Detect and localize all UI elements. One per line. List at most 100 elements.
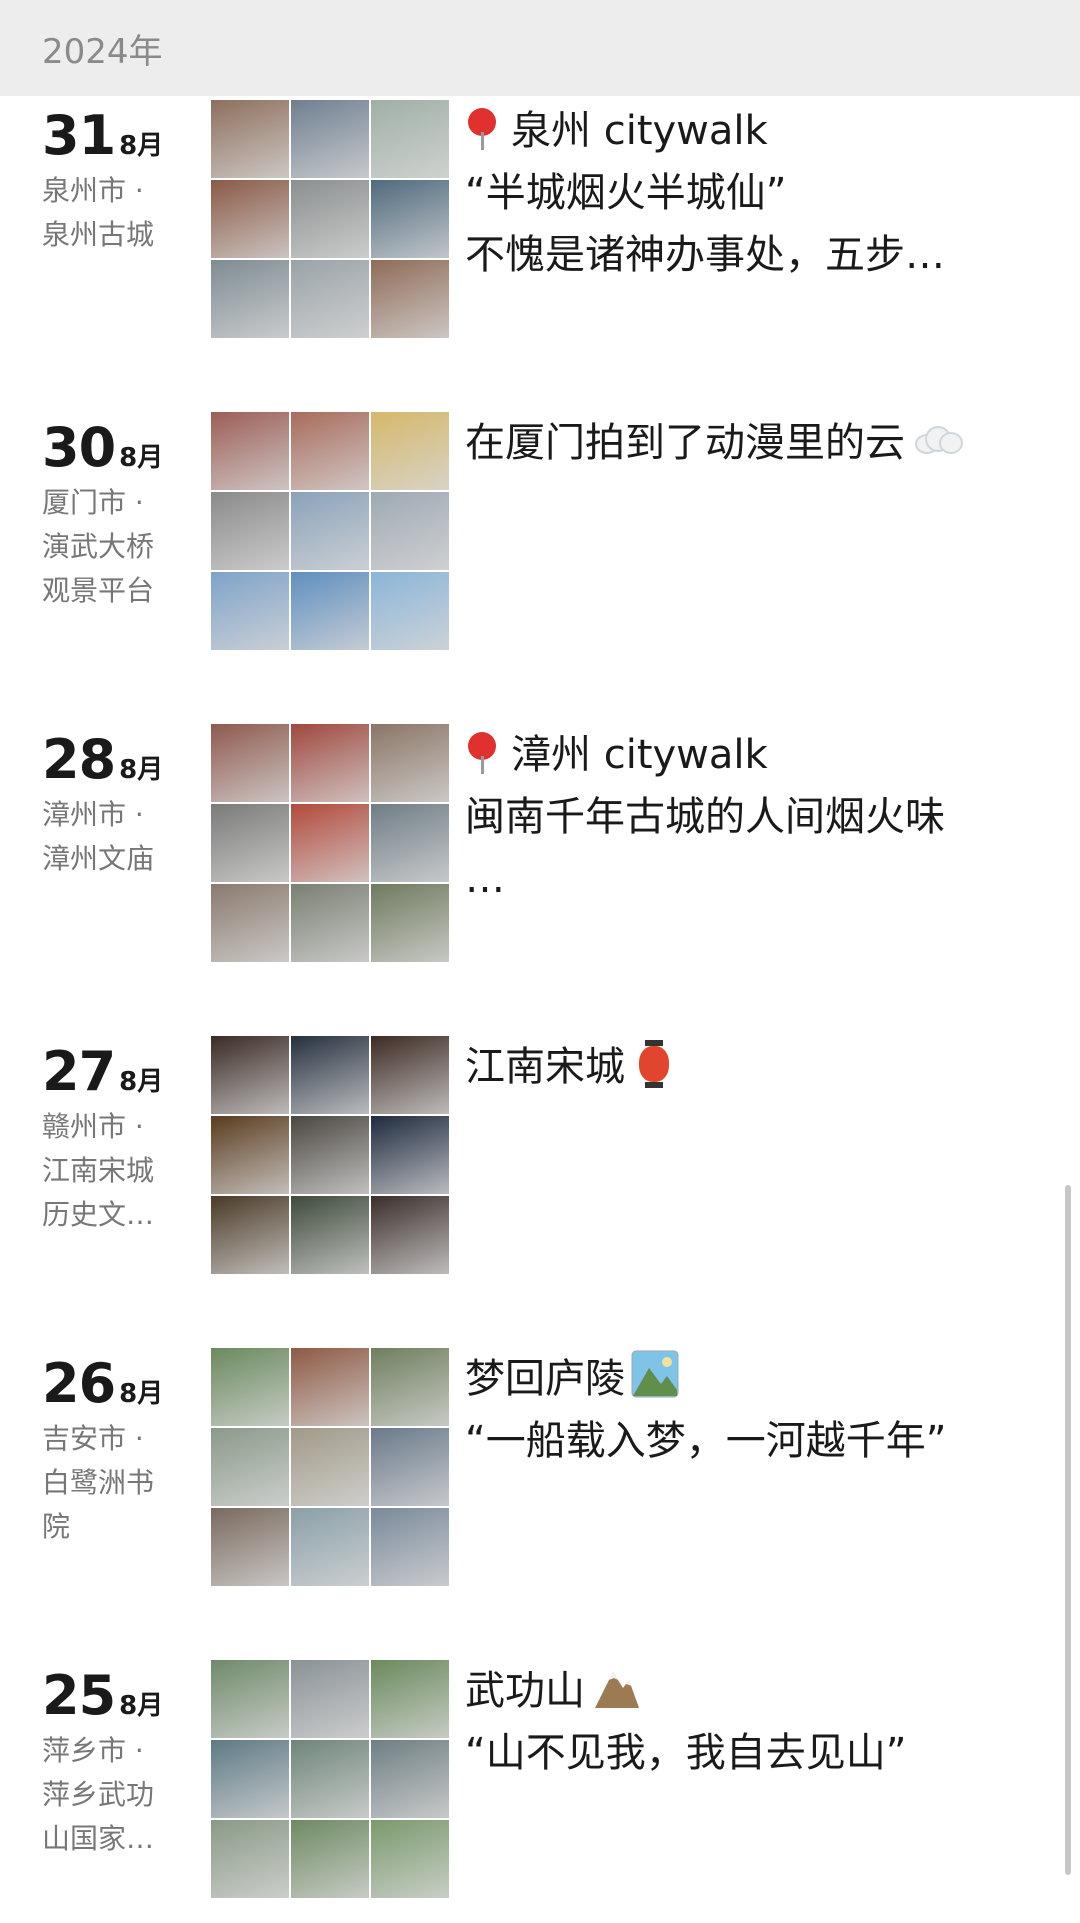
photo-thumbnail[interactable] — [371, 1348, 449, 1426]
photo-thumbnail[interactable] — [291, 572, 369, 650]
year-header: 2024年 — [0, 0, 1080, 96]
post-text[interactable]: 在厦门拍到了动漫里的云 — [465, 412, 1025, 474]
post-text[interactable]: 漳州 citywalk 闽南千年古城的人间烟火味 … — [465, 724, 1025, 910]
mountain-icon — [595, 1672, 639, 1708]
photo-thumbnail[interactable] — [371, 260, 449, 338]
photo-thumbnail[interactable] — [371, 1116, 449, 1194]
photo-grid[interactable] — [211, 1660, 449, 1898]
date-block: 30 8月 厦门市 · 演武大桥 观景平台 — [42, 416, 212, 613]
photo-thumbnail[interactable] — [291, 1820, 369, 1898]
photo-thumbnail[interactable] — [211, 804, 289, 882]
post-title-line: 江南宋城 — [465, 1036, 1025, 1098]
photo-thumbnail[interactable] — [291, 1428, 369, 1506]
photo-grid[interactable] — [211, 1348, 449, 1586]
post-text[interactable]: 泉州 citywalk “半城烟火半城仙” 不愧是诸神办事处，五步… — [465, 100, 1025, 286]
post-text[interactable]: 武功山 “山不见我，我自去见山” — [465, 1660, 1025, 1784]
photo-thumbnail[interactable] — [211, 1508, 289, 1586]
photo-thumbnail[interactable] — [211, 412, 289, 490]
moment-entry[interactable]: 27 8月 赣州市 · 江南宋城 历史文… 江南宋城 — [0, 1036, 1080, 1276]
moment-entry[interactable]: 28 8月 漳州市 · 漳州文庙 漳州 citywalk 闽南千年古城的人间烟火味… — [0, 724, 1080, 964]
moment-entry[interactable]: 30 8月 厦门市 · 演武大桥 观景平台 在厦门拍到了动漫里的云 — [0, 412, 1080, 652]
day-number: 25 — [42, 1664, 116, 1727]
cloud-icon — [911, 424, 963, 454]
photo-thumbnail[interactable] — [211, 1740, 289, 1818]
photo-thumbnail[interactable] — [211, 1660, 289, 1738]
photo-thumbnail[interactable] — [291, 884, 369, 962]
photo-grid[interactable] — [211, 100, 449, 338]
photo-thumbnail[interactable] — [291, 260, 369, 338]
photo-thumbnail[interactable] — [371, 1508, 449, 1586]
photo-thumbnail[interactable] — [211, 1820, 289, 1898]
date-block: 31 8月 泉州市 · 泉州古城 — [42, 104, 212, 257]
lantern-icon — [637, 1040, 671, 1088]
photo-grid[interactable] — [211, 1036, 449, 1274]
scrollbar[interactable] — [1065, 1185, 1071, 1875]
day-number: 28 — [42, 728, 116, 791]
post-title-line: 泉州 citywalk — [465, 100, 1025, 162]
photo-thumbnail[interactable] — [291, 804, 369, 882]
month-label: 8月 — [119, 755, 164, 785]
photo-thumbnail[interactable] — [291, 1740, 369, 1818]
moment-entry[interactable]: 31 8月 泉州市 · 泉州古城 泉州 citywalk “半城烟火半城仙” 不愧… — [0, 100, 1080, 340]
date-block: 26 8月 吉安市 · 白鹭洲书 院 — [42, 1352, 212, 1549]
photo-thumbnail[interactable] — [371, 412, 449, 490]
photo-thumbnail[interactable] — [211, 1116, 289, 1194]
map-pin-icon — [465, 730, 499, 774]
photo-thumbnail[interactable] — [371, 1036, 449, 1114]
photo-thumbnail[interactable] — [291, 412, 369, 490]
map-pin-icon — [465, 106, 499, 150]
photo-thumbnail[interactable] — [371, 884, 449, 962]
photo-grid[interactable] — [211, 412, 449, 650]
photo-thumbnail[interactable] — [211, 1036, 289, 1114]
month-label: 8月 — [119, 1067, 164, 1097]
photo-thumbnail[interactable] — [371, 724, 449, 802]
photo-thumbnail[interactable] — [371, 1196, 449, 1274]
photo-thumbnail[interactable] — [211, 572, 289, 650]
location-text: 吉安市 · 白鹭洲书 院 — [42, 1422, 155, 1543]
date-block: 25 8月 萍乡市 · 萍乡武功 山国家… — [42, 1664, 212, 1861]
photo-thumbnail[interactable] — [291, 100, 369, 178]
post-title-line: 梦回庐陵 — [465, 1348, 1025, 1410]
photo-grid[interactable] — [211, 724, 449, 962]
photo-thumbnail[interactable] — [291, 1660, 369, 1738]
moment-entry[interactable]: 25 8月 萍乡市 · 萍乡武功 山国家… 武功山 “山不见我，我自去见山” — [0, 1660, 1080, 1900]
photo-thumbnail[interactable] — [291, 1348, 369, 1426]
photo-thumbnail[interactable] — [291, 1508, 369, 1586]
photo-thumbnail[interactable] — [371, 572, 449, 650]
post-text[interactable]: 梦回庐陵 “一船载入梦，一河越千年” — [465, 1348, 1025, 1472]
photo-thumbnail[interactable] — [211, 1196, 289, 1274]
photo-thumbnail[interactable] — [211, 724, 289, 802]
day-number: 30 — [42, 416, 116, 479]
photo-thumbnail[interactable] — [211, 1428, 289, 1506]
photo-thumbnail[interactable] — [291, 492, 369, 570]
post-title-line: 在厦门拍到了动漫里的云 — [465, 412, 1025, 474]
photo-thumbnail[interactable] — [211, 100, 289, 178]
post-text-line: 闽南千年古城的人间烟火味 — [465, 794, 945, 840]
post-text[interactable]: 江南宋城 — [465, 1036, 1025, 1098]
photo-thumbnail[interactable] — [211, 180, 289, 258]
photo-thumbnail[interactable] — [291, 1036, 369, 1114]
photo-thumbnail[interactable] — [371, 100, 449, 178]
photo-thumbnail[interactable] — [291, 180, 369, 258]
photo-thumbnail[interactable] — [371, 804, 449, 882]
photo-thumbnail[interactable] — [371, 1740, 449, 1818]
post-text-line: 不愧是诸神办事处，五步… — [465, 232, 945, 278]
photo-thumbnail[interactable] — [371, 180, 449, 258]
photo-thumbnail[interactable] — [291, 1116, 369, 1194]
photo-thumbnail[interactable] — [371, 1428, 449, 1506]
photo-thumbnail[interactable] — [371, 1660, 449, 1738]
photo-thumbnail[interactable] — [291, 724, 369, 802]
photo-thumbnail[interactable] — [211, 260, 289, 338]
day-number: 26 — [42, 1352, 116, 1415]
photo-thumbnail[interactable] — [211, 1348, 289, 1426]
post-text-line: … — [465, 856, 505, 902]
moment-entry[interactable]: 26 8月 吉安市 · 白鹭洲书 院 梦回庐陵 “一船载入梦，一河越千年” — [0, 1348, 1080, 1588]
post-text-line: “山不见我，我自去见山” — [465, 1730, 907, 1776]
year-label: 2024年 — [42, 31, 163, 72]
photo-thumbnail[interactable] — [371, 1820, 449, 1898]
photo-thumbnail[interactable] — [211, 492, 289, 570]
date-block: 28 8月 漳州市 · 漳州文庙 — [42, 728, 212, 881]
photo-thumbnail[interactable] — [371, 492, 449, 570]
photo-thumbnail[interactable] — [211, 884, 289, 962]
photo-thumbnail[interactable] — [291, 1196, 369, 1274]
